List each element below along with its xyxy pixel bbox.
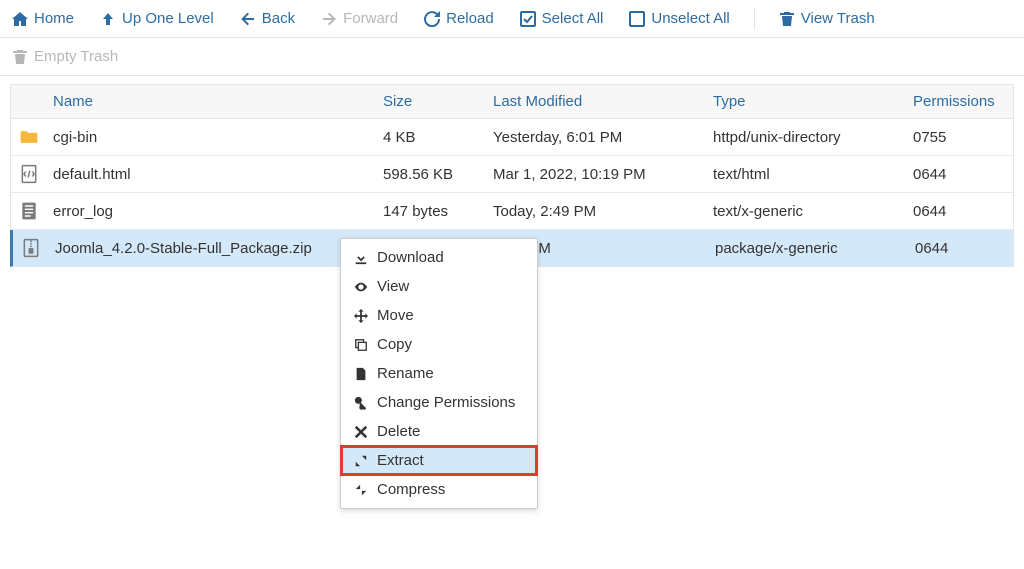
- unselect-all-icon: [629, 11, 645, 27]
- file-name: default.html: [47, 166, 377, 183]
- empty-trash-button: Empty Trash: [10, 44, 1014, 69]
- key-icon: [353, 396, 369, 410]
- copy-icon: [353, 338, 369, 352]
- forward-arrow-icon: [321, 11, 337, 27]
- move-icon: [353, 309, 369, 323]
- menu-delete-label: Delete: [377, 423, 420, 440]
- select-all-button[interactable]: Select All: [518, 6, 606, 31]
- reload-label: Reload: [446, 10, 494, 27]
- toolbar: Home Up One Level Back Forward Reload: [0, 0, 1024, 38]
- compress-icon: [353, 483, 369, 497]
- select-all-icon: [520, 11, 536, 27]
- file-modified: Yesterday, 6:01 PM: [487, 129, 707, 146]
- menu-download[interactable]: Download: [341, 243, 537, 272]
- header-size[interactable]: Size: [377, 93, 487, 110]
- menu-extract[interactable]: Extract: [341, 446, 537, 475]
- menu-view[interactable]: View: [341, 272, 537, 301]
- table-header-row: Name Size Last Modified Type Permissions: [10, 84, 1014, 119]
- menu-copy-label: Copy: [377, 336, 412, 353]
- header-last-modified[interactable]: Last Modified: [487, 93, 707, 110]
- file-type: httpd/unix-directory: [707, 129, 907, 146]
- menu-extract-label: Extract: [377, 452, 424, 469]
- back-button[interactable]: Back: [238, 6, 297, 31]
- eye-icon: [353, 280, 369, 294]
- file-size: 147 bytes: [377, 203, 487, 220]
- file-icon: [353, 367, 369, 381]
- menu-move-label: Move: [377, 307, 414, 324]
- extract-icon: [353, 454, 369, 468]
- file-permissions: 0755: [907, 129, 1017, 146]
- separator: [754, 8, 755, 30]
- file-size: 4 KB: [377, 129, 487, 146]
- menu-compress[interactable]: Compress: [341, 475, 537, 504]
- menu-compress-label: Compress: [377, 481, 445, 498]
- select-all-label: Select All: [542, 10, 604, 27]
- menu-change-permissions[interactable]: Change Permissions: [341, 388, 537, 417]
- forward-button: Forward: [319, 6, 400, 31]
- delete-icon: [353, 425, 369, 439]
- unselect-all-button[interactable]: Unselect All: [627, 6, 731, 31]
- menu-move[interactable]: Move: [341, 301, 537, 330]
- menu-copy[interactable]: Copy: [341, 330, 537, 359]
- file-type: text/html: [707, 166, 907, 183]
- file-size: 598.56 KB: [377, 166, 487, 183]
- reload-icon: [424, 11, 440, 27]
- home-label: Home: [34, 10, 74, 27]
- trash-icon: [779, 11, 795, 27]
- table-row[interactable]: cgi-bin 4 KB Yesterday, 6:01 PM httpd/un…: [10, 119, 1014, 156]
- header-name[interactable]: Name: [47, 93, 377, 110]
- file-modified: Today, 2:49 PM: [487, 203, 707, 220]
- menu-rename[interactable]: Rename: [341, 359, 537, 388]
- file-name: error_log: [47, 203, 377, 220]
- file-name: Joomla_4.2.0-Stable-Full_Package.zip: [49, 240, 379, 257]
- file-type: package/x-generic: [709, 240, 909, 257]
- table-row[interactable]: error_log 147 bytes Today, 2:49 PM text/…: [10, 193, 1014, 230]
- menu-view-label: View: [377, 278, 409, 295]
- file-name: cgi-bin: [47, 129, 377, 146]
- view-trash-button[interactable]: View Trash: [777, 6, 877, 31]
- up-label: Up One Level: [122, 10, 214, 27]
- menu-delete[interactable]: Delete: [341, 417, 537, 446]
- header-permissions[interactable]: Permissions: [907, 93, 1017, 110]
- zip-file-icon: [13, 238, 49, 258]
- secondary-toolbar: Empty Trash: [0, 38, 1024, 76]
- menu-perms-label: Change Permissions: [377, 394, 515, 411]
- file-permissions: 0644: [909, 240, 1019, 257]
- view-trash-label: View Trash: [801, 10, 875, 27]
- folder-icon: [11, 127, 47, 147]
- menu-download-label: Download: [377, 249, 444, 266]
- up-one-level-button[interactable]: Up One Level: [98, 6, 216, 31]
- header-type[interactable]: Type: [707, 93, 907, 110]
- home-button[interactable]: Home: [10, 6, 76, 31]
- unselect-all-label: Unselect All: [651, 10, 729, 27]
- text-file-icon: [11, 201, 47, 221]
- reload-button[interactable]: Reload: [422, 6, 496, 31]
- trash-icon: [12, 49, 28, 65]
- file-permissions: 0644: [907, 203, 1017, 220]
- download-icon: [353, 251, 369, 265]
- file-modified: Mar 1, 2022, 10:19 PM: [487, 166, 707, 183]
- forward-label: Forward: [343, 10, 398, 27]
- file-permissions: 0644: [907, 166, 1017, 183]
- menu-rename-label: Rename: [377, 365, 434, 382]
- table-row[interactable]: default.html 598.56 KB Mar 1, 2022, 10:1…: [10, 156, 1014, 193]
- context-menu: Download View Move Copy Rename Change Pe…: [340, 238, 538, 509]
- html-file-icon: [11, 164, 47, 184]
- back-label: Back: [262, 10, 295, 27]
- back-arrow-icon: [240, 11, 256, 27]
- up-arrow-icon: [100, 11, 116, 27]
- file-type: text/x-generic: [707, 203, 907, 220]
- home-icon: [12, 11, 28, 27]
- empty-trash-label: Empty Trash: [34, 48, 118, 65]
